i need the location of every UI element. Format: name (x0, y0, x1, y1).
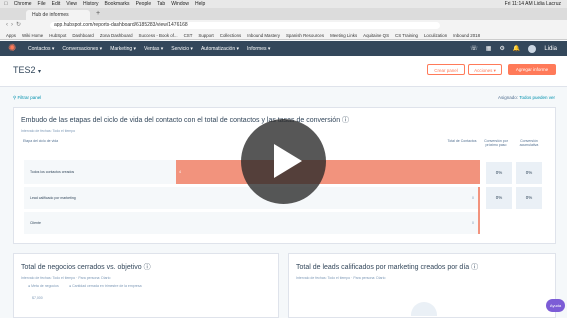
bookmark-item[interactable]: Aquitaine QS (363, 31, 389, 39)
avatar[interactable] (528, 44, 537, 53)
funnel-bar-edge (478, 187, 480, 234)
mac-menu-item[interactable]: Window (171, 0, 189, 8)
mac-menu-item[interactable]: Tab (157, 0, 165, 8)
conversion-next-cell: 0% (486, 162, 512, 184)
mac-menu-item[interactable]: Chrome (14, 0, 32, 8)
bar-value-label: 0 (472, 196, 474, 200)
hs-menu-item[interactable]: Informes ▾ (247, 46, 270, 52)
conversion-cumulative-cell: 0% (516, 162, 542, 184)
mac-menu-item[interactable]: Bookmarks (105, 0, 130, 8)
add-report-button[interactable]: Agregar informe (508, 64, 556, 75)
dashboard-header: TES2 ▾ Crear panel Acciones ▾ Agregar in… (0, 56, 567, 87)
hs-menu-item[interactable]: Conversaciones ▾ (62, 46, 102, 52)
bookmark-item[interactable]: Apps (6, 31, 16, 39)
bookmark-item[interactable]: Meeting Links (330, 31, 357, 39)
settings-gear-icon[interactable]: ⚙ (499, 45, 504, 52)
mac-menu-bar:  Chrome File Edit View History Bookmark… (0, 0, 567, 8)
back-forward-reload-icons[interactable]: ‹›↻ (6, 21, 24, 28)
col-header-total: Total de Contactos (447, 139, 477, 143)
assigned-value-link[interactable]: Todos pueden ver (519, 95, 555, 100)
create-dashboard-button[interactable]: Crear panel (427, 64, 465, 75)
bookmark-item[interactable]: Support (198, 31, 213, 39)
report-title[interactable]: Total de negocios cerrados vs. objetivo … (21, 262, 151, 272)
bookmark-item[interactable]: Spanish Resources (286, 31, 324, 39)
col-header-next-conversion: Conversión por próximo paso (484, 139, 508, 147)
funnel-bar[interactable] (176, 160, 480, 184)
chevron-down-icon[interactable]: ▾ (38, 69, 41, 75)
mac-menu-item[interactable]: People (136, 0, 152, 8)
row-label: Lead calificado por marketing (30, 196, 76, 200)
report-card-mql-per-day: Total de leads calificados por marketing… (288, 253, 556, 318)
help-button[interactable]: Ayuda (546, 299, 565, 312)
hs-menu-item[interactable]: Contactos ▾ (28, 46, 54, 52)
apple-icon[interactable]:  (4, 0, 8, 8)
nav-right: ☏ ▦ ⚙ 🔔 Lidia (470, 44, 567, 53)
col-header-stage: Etapa del ciclo de vida (23, 139, 59, 143)
hubspot-nav: ✺ Contactos ▾ Conversaciones ▾ Marketing ▾… (0, 41, 567, 56)
conversion-next-cell: 0% (486, 187, 512, 209)
mac-menu-item[interactable]: History (83, 0, 99, 8)
bookmark-item[interactable]: HubSpot (49, 31, 66, 39)
hs-menu-item[interactable]: Marketing ▾ (110, 46, 136, 52)
report-title[interactable]: Total de leads calificados por marketing… (296, 262, 478, 272)
bookmark-item[interactable]: Success - Book of... (139, 31, 178, 39)
bookmark-item[interactable]: CS Training (395, 31, 418, 39)
bookmark-item[interactable]: Loculization (424, 31, 447, 39)
row-label: Cliente (30, 221, 41, 225)
conversion-cumulative-cell: 0% (516, 187, 542, 209)
mac-menu-item[interactable]: Help (195, 0, 205, 8)
video-play-button[interactable] (241, 119, 326, 204)
hubspot-menu: Contactos ▾ Conversaciones ▾ Marketing ▾ Ve… (28, 46, 270, 52)
bookmark-item[interactable]: Dashboard (72, 31, 93, 39)
bar-value-label: 0 (472, 221, 474, 225)
assigned-info: Asignado: Todos pueden ver (498, 95, 555, 100)
report-subtitle: Intervalo de fechas: Todo el tiempo (21, 129, 76, 133)
legend-item: ● Meta de negocios (28, 284, 59, 288)
bookmark-item[interactable]: CST (184, 31, 193, 39)
report-subtitle: Intervalo de fechas: Todo el tiempo · Pa… (21, 276, 111, 280)
empty-state-illustration (411, 302, 437, 316)
col-header-cumulative-conversion: Conversión acumulativa (519, 139, 539, 147)
browser-tabstrip: Hub de informes + (0, 8, 567, 20)
browser-tab[interactable]: Hub de informes (26, 10, 90, 20)
bookmark-item[interactable]: Collections (220, 31, 241, 39)
bookmark-item[interactable]: Wiki Home (22, 31, 43, 39)
info-icon[interactable]: ⓘ (342, 117, 349, 124)
info-icon[interactable]: ⓘ (144, 264, 151, 271)
mac-menu-item[interactable]: File (38, 0, 46, 8)
report-card-deals-vs-goal: Total de negocios cerrados vs. objetivo … (13, 253, 279, 318)
dashboard-title[interactable]: TES2 ▾ (13, 65, 41, 75)
hs-menu-item[interactable]: Servicio ▾ (171, 46, 193, 52)
notifications-bell-icon[interactable]: 🔔 (513, 45, 520, 52)
funnel-row: Cliente 0 (24, 212, 480, 234)
actions-button[interactable]: Acciones ▾ (468, 64, 502, 75)
info-icon[interactable]: ⓘ (471, 264, 478, 271)
report-subtitle: Intervalo de fechas: Todo el tiempo · Pa… (296, 276, 386, 280)
mac-menu-item[interactable]: View (66, 0, 77, 8)
user-name[interactable]: Lidia (544, 46, 557, 52)
marketplace-icon[interactable]: ▦ (486, 45, 492, 52)
row-label: Todos los contactos creados (30, 170, 75, 174)
mac-menu-item[interactable]: Edit (52, 0, 61, 8)
filter-dashboard-link[interactable]: ⚲ Filtrar panel (13, 95, 41, 101)
phone-icon[interactable]: ☏ (470, 45, 478, 52)
bookmark-item[interactable]: Zona Dashboard (100, 31, 133, 39)
new-tab-icon[interactable]: + (96, 10, 100, 17)
legend-item: ● Cantidad cerrada en trimestre de la em… (69, 284, 142, 288)
hs-menu-item[interactable]: Ventas ▾ (144, 46, 163, 52)
clock: Fri 11:14 AM Lidia Lacruz (504, 1, 561, 7)
hs-menu-item[interactable]: Automatización ▾ (201, 46, 239, 52)
y-axis-tick: $7,000 (32, 296, 43, 300)
url-field[interactable]: app.hubspot.com/reports-dashboard/618528… (50, 22, 440, 29)
hubspot-logo-icon[interactable]: ✺ (8, 43, 18, 54)
bar-value-label: 4 (179, 170, 181, 174)
bookmarks-bar: Apps Wiki Home HubSpot Dashboard Zona Dashbo… (0, 31, 567, 40)
bookmark-item[interactable]: Inbound Mastery (247, 31, 280, 39)
bookmark-item[interactable]: Inbound 2018 (453, 31, 480, 39)
